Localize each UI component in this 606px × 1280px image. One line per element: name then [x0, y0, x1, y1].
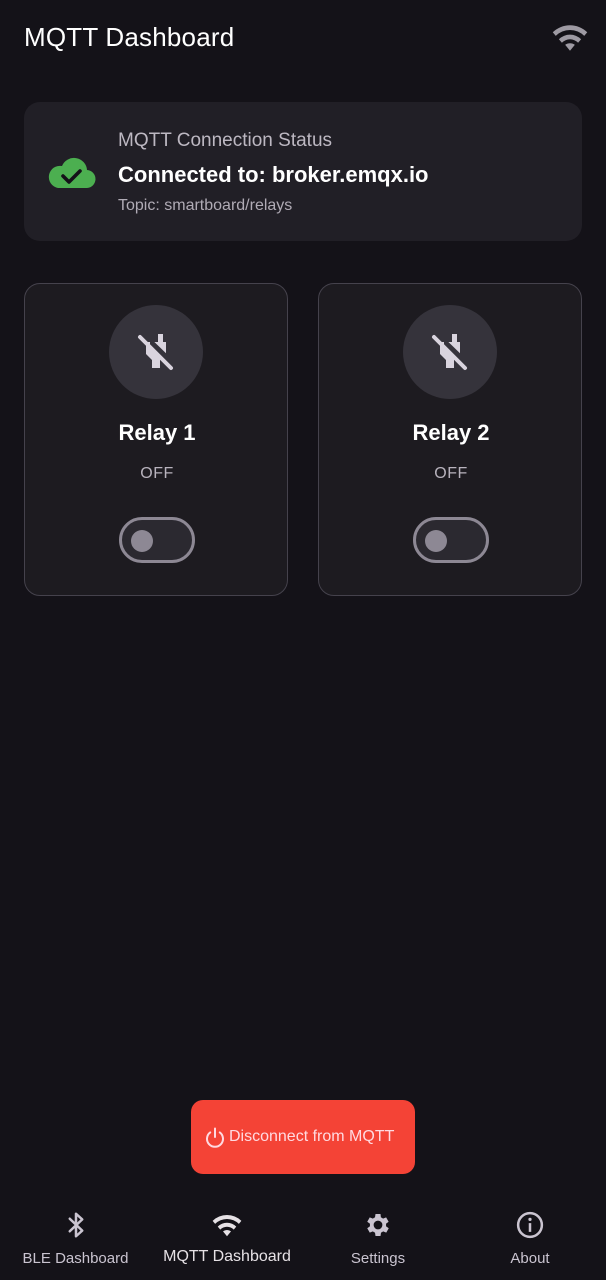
disconnect-button[interactable]: Disconnect from MQTT	[191, 1100, 415, 1174]
relay-card-2: Relay 2 OFF	[318, 283, 582, 596]
toggle-thumb	[131, 530, 153, 552]
power-icon	[206, 1127, 224, 1148]
nav-label: About	[510, 1250, 550, 1267]
relay-icon-container	[403, 305, 497, 399]
nav-item-about[interactable]: About	[490, 1196, 570, 1280]
nav-label: BLE Dashboard	[22, 1250, 129, 1267]
info-icon	[516, 1211, 544, 1239]
relay-state: OFF	[434, 465, 468, 482]
toggle-thumb	[425, 530, 447, 552]
relay-card-1: Relay 1 OFF	[24, 283, 288, 596]
gear-icon	[367, 1214, 389, 1236]
disconnect-button-label: Disconnect from MQTT	[229, 1128, 395, 1145]
wifi-icon	[552, 25, 588, 51]
relay-2-toggle[interactable]	[413, 517, 489, 563]
relay-name: Relay 2	[412, 420, 490, 445]
power-off-plug-icon	[138, 334, 173, 370]
connection-status-heading: MQTT Connection Status	[118, 130, 333, 151]
app-root: MQTT Dashboard MQTT Connection Status Co…	[0, 0, 606, 1280]
nav-item-ble-dashboard[interactable]: BLE Dashboard	[15, 1196, 136, 1280]
power-off-plug-icon	[432, 334, 467, 370]
bottom-navigation: BLE Dashboard MQTT Dashboard Settings Ab…	[0, 1196, 606, 1280]
page-title: MQTT Dashboard	[24, 22, 235, 52]
relay-1-toggle[interactable]	[119, 517, 195, 563]
relay-state: OFF	[140, 465, 174, 482]
connection-topic-text: Topic: smartboard/relays	[118, 197, 293, 214]
connection-broker-text: Connected to: broker.emqx.io	[118, 162, 429, 187]
cloud-done-icon	[48, 157, 96, 189]
wifi-icon	[212, 1215, 242, 1237]
nav-item-mqtt-dashboard[interactable]: MQTT Dashboard	[152, 1196, 302, 1280]
relay-icon-container	[109, 305, 203, 399]
app-bar: MQTT Dashboard	[0, 0, 606, 76]
relay-name: Relay 1	[118, 420, 196, 445]
nav-label: MQTT Dashboard	[163, 1248, 291, 1265]
bluetooth-icon	[68, 1212, 84, 1238]
nav-item-settings[interactable]: Settings	[330, 1196, 426, 1280]
nav-label: Settings	[350, 1250, 406, 1267]
